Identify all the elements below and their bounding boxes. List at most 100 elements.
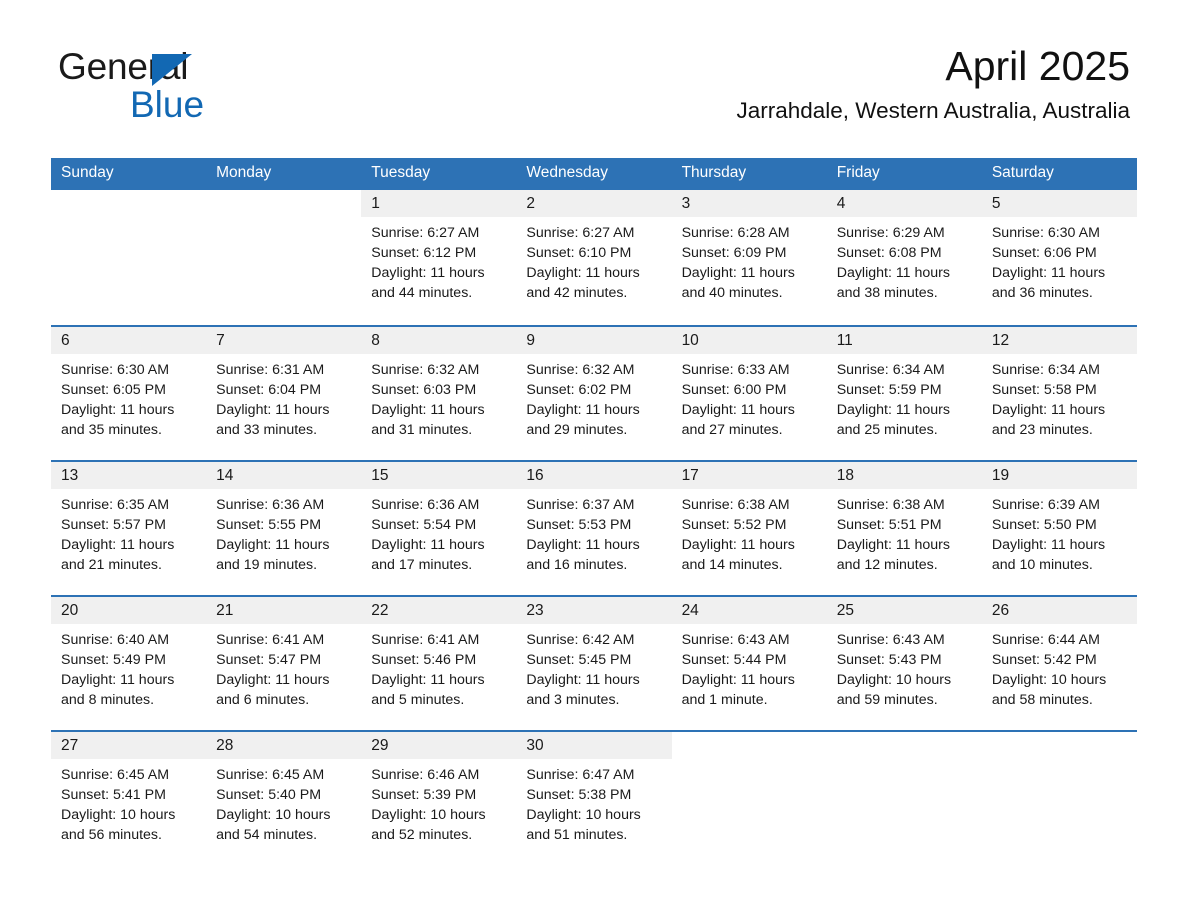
day-info-line: Sunrise: 6:45 AM bbox=[216, 767, 325, 783]
day-number: 26 bbox=[981, 597, 1137, 624]
logo-text-blue: Blue bbox=[130, 84, 205, 125]
calendar-day-cell[interactable]: 26 Sunrise: 6:44 AM Sunset: 5:42 PM Dayligh… bbox=[981, 597, 1137, 730]
calendar-day-cell[interactable]: 5 Sunrise: 6:30 AM Sunset: 6:06 PM Daylight… bbox=[981, 190, 1137, 325]
day-sun-info: Sunrise: 6:38 AM Sunset: 5:51 PM Daylight:… bbox=[827, 489, 982, 575]
calendar-day-cell[interactable]: 1 Sunrise: 6:27 AM Sunset: 6:12 PM Daylight… bbox=[361, 190, 517, 325]
day-info-line: Sunset: 5:58 PM bbox=[991, 382, 1097, 398]
day-number: 9 bbox=[516, 327, 672, 354]
calendar-day-cell[interactable]: 14 Sunrise: 6:36 AM Sunset: 5:55 PM Dayligh… bbox=[206, 462, 362, 595]
day-info-line: Sunset: 5:57 PM bbox=[61, 517, 166, 533]
calendar-day-cell[interactable]: 24 Sunrise: 6:43 AM Sunset: 5:44 PM Dayligh… bbox=[671, 597, 827, 730]
calendar-week-row: 13 Sunrise: 6:35 AM Sunset: 5:57 PM Dayligh… bbox=[51, 460, 1137, 595]
calendar-day-cell[interactable]: 27 Sunrise: 6:45 AM Sunset: 5:41 PM Dayligh… bbox=[51, 732, 207, 854]
calendar-day-cell[interactable]: 6 Sunrise: 6:30 AM Sunset: 6:05 PM Daylight… bbox=[51, 327, 207, 460]
calendar-day-cell[interactable]: 15 Sunrise: 6:36 AM Sunset: 5:54 PM Dayligh… bbox=[361, 462, 517, 595]
day-number: 3 bbox=[671, 190, 827, 217]
calendar-day-cell[interactable]: 17 Sunrise: 6:38 AM Sunset: 5:52 PM Dayligh… bbox=[671, 462, 827, 595]
day-info-line: Sunrise: 6:47 AM bbox=[526, 767, 635, 783]
day-info-line: Sunrise: 6:35 AM bbox=[61, 497, 170, 513]
day-info-line: and 17 minutes. bbox=[371, 557, 473, 573]
day-number: 13 bbox=[51, 462, 207, 489]
calendar-day-cell[interactable]: 30 Sunrise: 6:47 AM Sunset: 5:38 PM Dayligh… bbox=[516, 732, 672, 854]
day-number bbox=[982, 732, 1137, 759]
calendar-day-cell[interactable]: 9 Sunrise: 6:32 AM Sunset: 6:02 PM Daylight… bbox=[516, 327, 672, 460]
day-info-line: Daylight: 10 hours bbox=[836, 672, 952, 688]
day-info-line: Daylight: 10 hours bbox=[61, 807, 176, 823]
day-info-line: and 23 minutes. bbox=[991, 422, 1093, 438]
day-info-line: and 10 minutes. bbox=[991, 557, 1093, 573]
day-info-line: Sunset: 5:59 PM bbox=[836, 382, 942, 398]
day-number: 22 bbox=[361, 597, 517, 624]
day-sun-info: Sunrise: 6:41 AM Sunset: 5:47 PM Daylight:… bbox=[206, 624, 361, 710]
calendar-day-cell-empty bbox=[982, 732, 1137, 854]
day-info-line: Sunset: 5:41 PM bbox=[61, 787, 166, 803]
day-info-line: Daylight: 11 hours bbox=[526, 402, 640, 418]
day-info-line: Sunset: 6:06 PM bbox=[991, 245, 1097, 261]
day-info-line: Sunrise: 6:43 AM bbox=[836, 632, 945, 648]
calendar-day-cell[interactable]: 4 Sunrise: 6:29 AM Sunset: 6:08 PM Daylight… bbox=[826, 190, 982, 325]
calendar-day-cell[interactable]: 25 Sunrise: 6:43 AM Sunset: 5:43 PM Dayligh… bbox=[826, 597, 982, 730]
day-info-line: and 16 minutes. bbox=[526, 557, 628, 573]
calendar-day-cell[interactable]: 21 Sunrise: 6:41 AM Sunset: 5:47 PM Dayligh… bbox=[206, 597, 362, 730]
calendar-day-cell[interactable]: 10 Sunrise: 6:33 AM Sunset: 6:00 PM Dayligh… bbox=[671, 327, 827, 460]
calendar-day-cell[interactable]: 3 Sunrise: 6:28 AM Sunset: 6:09 PM Daylight… bbox=[671, 190, 827, 325]
calendar-day-cell[interactable]: 8 Sunrise: 6:32 AM Sunset: 6:03 PM Daylight… bbox=[361, 327, 517, 460]
calendar-day-cell[interactable]: 29 Sunrise: 6:46 AM Sunset: 5:39 PM Dayligh… bbox=[361, 732, 517, 854]
day-number: 24 bbox=[671, 597, 827, 624]
general-blue-logo: General Blue bbox=[58, 48, 318, 125]
day-number: 30 bbox=[516, 732, 672, 759]
day-number: 7 bbox=[206, 327, 362, 354]
day-sun-info: Sunrise: 6:36 AM Sunset: 5:54 PM Daylight:… bbox=[361, 489, 516, 575]
day-number: 15 bbox=[361, 462, 517, 489]
calendar-day-cell[interactable]: 13 Sunrise: 6:35 AM Sunset: 5:57 PM Dayligh… bbox=[51, 462, 207, 595]
day-info-line: Sunset: 6:04 PM bbox=[216, 382, 322, 398]
day-info-line: Daylight: 10 hours bbox=[216, 807, 331, 823]
calendar-day-cell[interactable]: 23 Sunrise: 6:42 AM Sunset: 5:45 PM Dayligh… bbox=[516, 597, 672, 730]
day-number: 28 bbox=[206, 732, 362, 759]
calendar-day-cell[interactable]: 18 Sunrise: 6:38 AM Sunset: 5:51 PM Dayligh… bbox=[826, 462, 982, 595]
day-info-line: Sunrise: 6:46 AM bbox=[371, 767, 480, 783]
day-info-line: Daylight: 11 hours bbox=[681, 402, 795, 418]
day-info-line: and 29 minutes. bbox=[526, 422, 628, 438]
day-info-line: Sunrise: 6:27 AM bbox=[526, 225, 635, 241]
day-info-line: Daylight: 11 hours bbox=[216, 672, 330, 688]
calendar-day-cell[interactable]: 16 Sunrise: 6:37 AM Sunset: 5:53 PM Dayligh… bbox=[516, 462, 672, 595]
day-number: 10 bbox=[671, 327, 827, 354]
day-info-line: and 44 minutes. bbox=[371, 285, 473, 301]
day-sun-info: Sunrise: 6:31 AM Sunset: 6:04 PM Daylight:… bbox=[206, 354, 361, 440]
day-info-line: Daylight: 11 hours bbox=[991, 265, 1106, 281]
day-sun-info: Sunrise: 6:43 AM Sunset: 5:44 PM Daylight:… bbox=[672, 624, 827, 710]
day-sun-info bbox=[206, 217, 361, 223]
weekday-header-row: Sunday Monday Tuesday Wednesday Thursday Frid… bbox=[51, 158, 1137, 190]
calendar-day-cell[interactable]: 12 Sunrise: 6:34 AM Sunset: 5:58 PM Dayligh… bbox=[981, 327, 1137, 460]
calendar-day-cell[interactable]: 19 Sunrise: 6:39 AM Sunset: 5:50 PM Dayligh… bbox=[981, 462, 1137, 595]
day-info-line: and 35 minutes. bbox=[61, 422, 162, 438]
calendar-day-cell[interactable]: 7 Sunrise: 6:31 AM Sunset: 6:04 PM Daylight… bbox=[206, 327, 362, 460]
day-info-line: and 14 minutes. bbox=[681, 557, 783, 573]
day-info-line: Sunrise: 6:40 AM bbox=[61, 632, 170, 648]
day-info-line: Sunrise: 6:44 AM bbox=[991, 632, 1100, 648]
day-sun-info: Sunrise: 6:44 AM Sunset: 5:42 PM Daylight:… bbox=[982, 624, 1137, 710]
day-number bbox=[827, 732, 982, 759]
day-info-line: and 8 minutes. bbox=[61, 692, 155, 708]
calendar-day-cell[interactable]: 11 Sunrise: 6:34 AM Sunset: 5:59 PM Dayligh… bbox=[826, 327, 982, 460]
calendar-day-cell[interactable]: 22 Sunrise: 6:41 AM Sunset: 5:46 PM Dayligh… bbox=[361, 597, 517, 730]
weekday-header-monday: Monday bbox=[216, 164, 272, 181]
day-sun-info: Sunrise: 6:33 AM Sunset: 6:00 PM Daylight:… bbox=[672, 354, 827, 440]
day-sun-info: Sunrise: 6:30 AM Sunset: 6:06 PM Daylight:… bbox=[982, 217, 1137, 303]
day-info-line: Daylight: 10 hours bbox=[371, 807, 486, 823]
day-info-line: Sunset: 5:45 PM bbox=[526, 652, 632, 668]
weekday-header-friday: Friday bbox=[836, 164, 880, 181]
day-number: 5 bbox=[981, 190, 1137, 217]
day-info-line: Daylight: 10 hours bbox=[991, 672, 1107, 688]
calendar-day-cell[interactable]: 20 Sunrise: 6:40 AM Sunset: 5:49 PM Dayligh… bbox=[51, 597, 207, 730]
day-info-line: Sunrise: 6:31 AM bbox=[216, 362, 325, 378]
day-info-line: Daylight: 11 hours bbox=[371, 537, 485, 553]
day-info-line: Sunrise: 6:45 AM bbox=[61, 767, 170, 783]
calendar-day-cell[interactable]: 2 Sunrise: 6:27 AM Sunset: 6:10 PM Daylight… bbox=[516, 190, 672, 325]
day-info-line: Sunset: 5:40 PM bbox=[216, 787, 322, 803]
day-number: 6 bbox=[51, 327, 207, 354]
day-info-line: Sunrise: 6:39 AM bbox=[991, 497, 1100, 513]
day-sun-info: Sunrise: 6:42 AM Sunset: 5:45 PM Daylight:… bbox=[516, 624, 671, 710]
calendar-day-cell[interactable]: 28 Sunrise: 6:45 AM Sunset: 5:40 PM Dayligh… bbox=[206, 732, 362, 854]
